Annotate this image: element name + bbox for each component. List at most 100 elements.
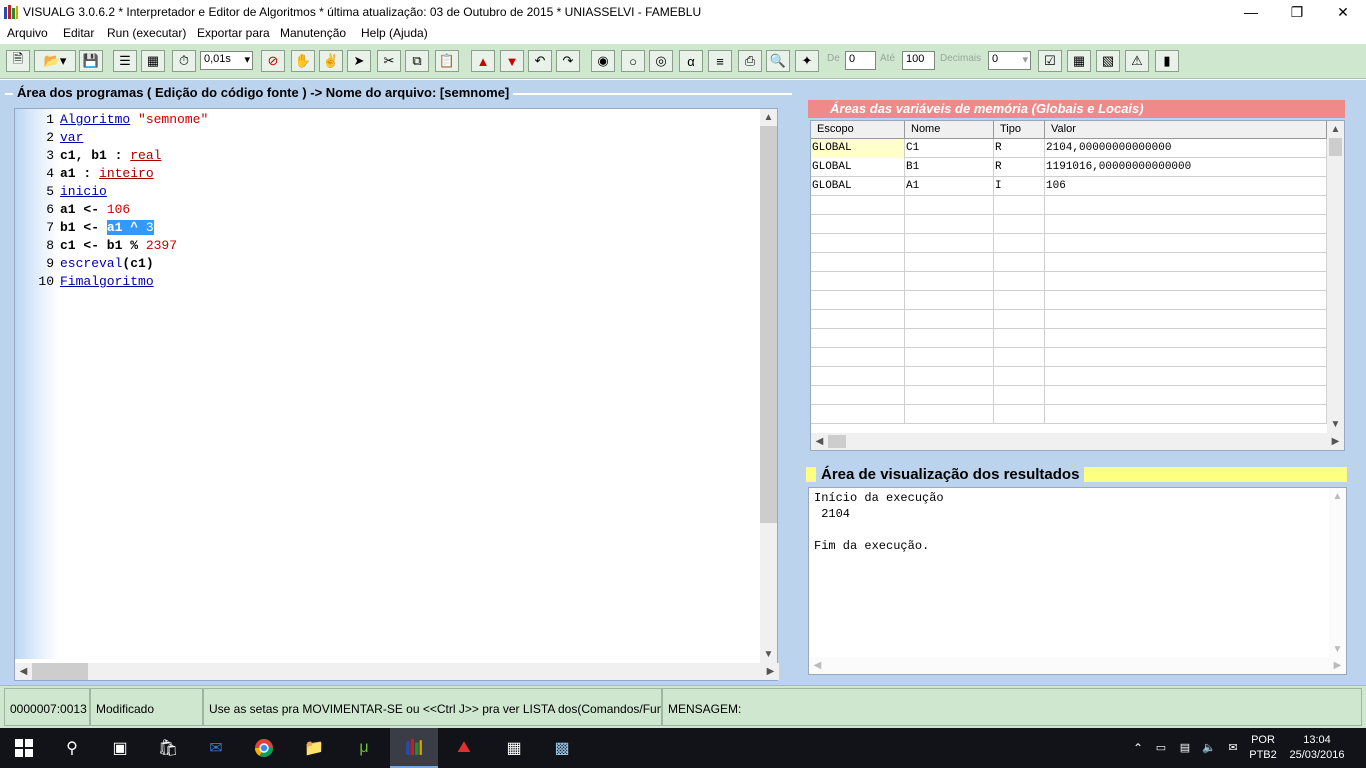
table-row[interactable]: GLOBAL A1 I 106 (811, 177, 1327, 196)
table-row[interactable]: GLOBAL C1 R 2104,00000000000000 (811, 139, 1327, 158)
minimize-icon[interactable]: — (1228, 0, 1274, 24)
print-icon[interactable]: ⎙ (738, 50, 762, 72)
menu-manutencao[interactable]: Manutenção (280, 26, 346, 40)
task-view-icon[interactable]: ▣ (96, 728, 144, 768)
scroll-up-icon[interactable]: ▲ (760, 109, 777, 126)
preview-icon[interactable]: 🔍 (766, 50, 790, 72)
empty-table-row (811, 196, 1327, 215)
results-horizontal-scrollbar[interactable]: ◀ ▶ (809, 657, 1346, 674)
windows-start-icon[interactable] (0, 728, 48, 768)
scroll-left-icon[interactable]: ◀ (809, 657, 826, 674)
redo-icon[interactable]: ↷ (556, 50, 580, 72)
wand-icon[interactable]: ✦ (795, 50, 819, 72)
new-file-icon[interactable]: 🗎 (6, 50, 30, 72)
variables-grid[interactable]: Escopo Nome Tipo Valor GLOBAL C1 R 2104,… (810, 120, 1345, 451)
table-row[interactable]: GLOBAL B1 R 1191016,00000000000000 (811, 158, 1327, 177)
check-icon[interactable]: ☑ (1038, 50, 1062, 72)
save-icon[interactable]: 💾 (79, 50, 103, 72)
empty-cell (811, 405, 905, 424)
hand-icon[interactable]: ✋ (291, 50, 315, 72)
column-header-nome[interactable]: Nome (905, 121, 994, 139)
table-icon[interactable]: ▧ (1096, 50, 1120, 72)
scroll-right-icon[interactable]: ▶ (762, 663, 779, 680)
column-header-tipo[interactable]: Tipo (994, 121, 1045, 139)
variables-horizontal-scrollbar[interactable]: ◀ ▶ (811, 433, 1344, 450)
results-vertical-scrollbar[interactable]: ▲ ▼ (1329, 488, 1346, 658)
battery-icon[interactable]: ▭ (1150, 728, 1172, 768)
undo-icon[interactable]: ↶ (528, 50, 552, 72)
scroll-right-icon[interactable]: ▶ (1327, 433, 1344, 450)
find-icon[interactable]: ◉ (591, 50, 615, 72)
menu-editar[interactable]: Editar (63, 26, 94, 40)
menu-arquivo[interactable]: Arquivo (7, 26, 48, 40)
menu-help[interactable]: Help (Ajuda) (361, 26, 428, 40)
scrollbar-thumb[interactable] (32, 663, 88, 680)
utorrent-icon[interactable]: μ (340, 728, 388, 768)
code-editor[interactable]: 1 Algoritmo "semnome" 2 var 3 c1, b1 : real… (14, 108, 779, 681)
timer-icon[interactable]: ⏱ (172, 50, 196, 72)
exit-door-icon[interactable]: ▮ (1155, 50, 1179, 72)
unindent-icon[interactable]: ▼ (500, 50, 524, 72)
stop-icon[interactable]: ⊘ (261, 50, 285, 72)
file-explorer-icon[interactable]: 📁 (290, 728, 338, 768)
search-icon[interactable]: ⚲ (48, 728, 96, 768)
scroll-down-icon[interactable]: ▼ (1327, 416, 1344, 433)
scroll-left-icon[interactable]: ◀ (15, 663, 32, 680)
visualg-taskbar-icon[interactable] (390, 728, 438, 768)
store-icon[interactable]: 🛍 (144, 728, 192, 768)
speed-select[interactable]: 0,01s ▾ (200, 51, 253, 70)
copy-icon[interactable]: ⧉ (405, 50, 429, 72)
hand-pause-icon[interactable]: ✌ (319, 50, 343, 72)
ate-input[interactable]: 100 (902, 51, 935, 70)
indent-icon[interactable]: ▲ (471, 50, 495, 72)
chrome-icon[interactable] (240, 728, 288, 768)
menu-exportar[interactable]: Exportar para (197, 26, 270, 40)
editor-horizontal-scrollbar[interactable]: ◀ ▶ (15, 663, 779, 680)
help-icon[interactable]: ⚠ (1125, 50, 1149, 72)
chevron-down-icon: ▾ (244, 54, 250, 66)
volume-icon[interactable]: 🔈 (1198, 728, 1220, 768)
menu-run[interactable]: Run (executar) (107, 26, 186, 40)
scrollbar-thumb[interactable] (828, 435, 846, 448)
case-icon[interactable]: α (679, 50, 703, 72)
notification-icon[interactable]: ✉ (1222, 728, 1244, 768)
replace-icon[interactable]: ◎ (649, 50, 673, 72)
column-header-valor[interactable]: Valor (1045, 121, 1327, 139)
empty-table-row (811, 348, 1327, 367)
open-file-icon[interactable]: 📂▾ (34, 50, 76, 72)
scroll-down-icon[interactable]: ▼ (760, 646, 777, 663)
notes-app-icon[interactable]: ▩ (538, 728, 586, 768)
paste-icon[interactable]: 📋 (435, 50, 459, 72)
scrollbar-thumb[interactable] (760, 126, 777, 523)
network-icon[interactable]: ▤ (1174, 728, 1196, 768)
variables-vertical-scrollbar[interactable]: ▲ ▼ (1327, 121, 1344, 433)
restore-icon[interactable]: ❐ (1274, 0, 1320, 24)
exit-icon[interactable]: ➤ (347, 50, 371, 72)
clock[interactable]: 13:04 25/03/2016 (1284, 728, 1350, 768)
scroll-up-icon[interactable]: ▲ (1327, 121, 1344, 138)
run-icon[interactable]: ☰ (113, 50, 137, 72)
de-input[interactable]: 0 (845, 51, 876, 70)
scrollbar-thumb[interactable] (1329, 138, 1342, 156)
results-output[interactable]: Início da execução 2104 Fim da execução.… (808, 487, 1347, 675)
editor-vertical-scrollbar[interactable]: ▲ ▼ (760, 109, 777, 663)
empty-cell (811, 386, 905, 405)
language-indicator[interactable]: POR PTB2 (1246, 728, 1280, 768)
pdf-reader-icon[interactable]: ⛰ (440, 728, 488, 768)
outlook-icon[interactable]: ✉ (192, 728, 240, 768)
scroll-left-icon[interactable]: ◀ (811, 433, 828, 450)
scroll-down-icon[interactable]: ▼ (1329, 641, 1346, 658)
scroll-right-icon[interactable]: ▶ (1329, 657, 1346, 674)
find-next-icon[interactable]: ○ (621, 50, 645, 72)
empty-table-row (811, 291, 1327, 310)
chevron-up-icon[interactable]: ⌃ (1128, 728, 1148, 768)
decimais-select[interactable]: 0 ▾ (988, 51, 1031, 70)
calculator-app-icon[interactable]: ▦ (490, 728, 538, 768)
cut-icon[interactable]: ✂ (377, 50, 401, 72)
calculator-icon[interactable]: ▦ (1067, 50, 1091, 72)
close-icon[interactable]: ✕ (1320, 0, 1366, 24)
format-icon[interactable]: ≡ (708, 50, 732, 72)
run-step-icon[interactable]: ▦ (141, 50, 165, 72)
column-header-escopo[interactable]: Escopo (811, 121, 905, 139)
scroll-up-icon[interactable]: ▲ (1329, 488, 1346, 505)
